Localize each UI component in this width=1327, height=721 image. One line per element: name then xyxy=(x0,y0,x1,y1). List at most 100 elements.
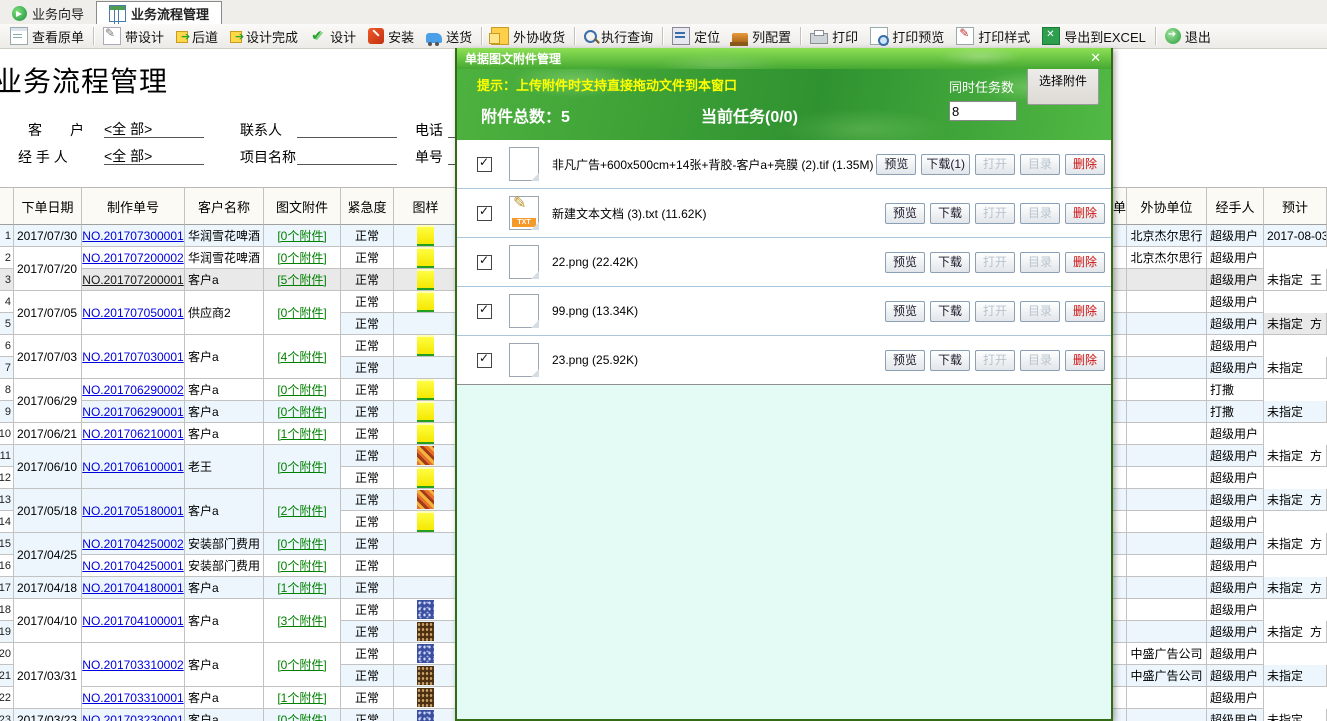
attachments-link[interactable]: [1个附件] xyxy=(277,689,326,706)
open-button[interactable]: 打开 xyxy=(975,301,1015,322)
customer-cell: 客户a xyxy=(185,489,264,533)
customer-cell: 客户a xyxy=(185,709,264,721)
row-number: 21 xyxy=(0,665,14,687)
attachments-link[interactable]: [1个附件] xyxy=(277,425,326,442)
toolbar-export-excel[interactable]: 导出到EXCEL xyxy=(1036,25,1152,48)
order-number-link[interactable]: NO.201704100001 xyxy=(82,614,183,628)
tab-business-wizard[interactable]: 业务向导 xyxy=(0,2,96,24)
order-number-link[interactable]: NO.201704250001 xyxy=(82,559,183,573)
attachments-link[interactable]: [0个附件] xyxy=(277,557,326,574)
attachments-link[interactable]: [0个附件] xyxy=(277,249,326,266)
extra-value: 方 xyxy=(1310,579,1322,596)
delete-button[interactable]: 删除 xyxy=(1065,301,1105,322)
attachments-cell: [2个附件] xyxy=(264,489,341,533)
yellow-thumbnail xyxy=(417,511,434,533)
order-number-link[interactable]: NO.201706100001 xyxy=(82,460,183,474)
download-button[interactable]: 下载 xyxy=(930,252,970,273)
preview-button[interactable]: 预览 xyxy=(885,350,925,371)
handler-cell: 超级用户 xyxy=(1207,511,1264,533)
attachments-link[interactable]: [4个附件] xyxy=(277,348,326,365)
order-number-link[interactable]: NO.201703310001 xyxy=(82,691,183,705)
download-button[interactable]: 下载(1) xyxy=(921,154,970,175)
download-button[interactable]: 下载 xyxy=(930,301,970,322)
toolbar-install[interactable]: 安装 xyxy=(362,25,420,48)
download-button[interactable]: 下载 xyxy=(930,203,970,224)
clipped-cell xyxy=(1113,423,1127,445)
attachment-actions: 预览下载打开目录删除 xyxy=(885,350,1105,371)
attachment-checkbox[interactable] xyxy=(477,157,492,172)
delete-button[interactable]: 删除 xyxy=(1065,203,1105,224)
clipped-cell xyxy=(1113,665,1127,687)
attachment-checkbox[interactable] xyxy=(477,353,492,368)
directory-button[interactable]: 目录 xyxy=(1020,350,1060,371)
row-number: 5 xyxy=(0,313,14,335)
preview-button[interactable]: 预览 xyxy=(876,154,916,175)
order-number-link[interactable]: NO.201705180001 xyxy=(82,504,183,518)
attachments-link[interactable]: [5个附件] xyxy=(277,271,326,288)
attachments-link[interactable]: [0个附件] xyxy=(277,381,326,398)
attachments-link[interactable]: [0个附件] xyxy=(277,403,326,420)
order-number-link[interactable]: NO.201703230001 xyxy=(82,713,183,721)
toolbar-post-process[interactable]: 后道 xyxy=(170,25,224,48)
attachments-link[interactable]: [0个附件] xyxy=(277,711,326,721)
toolbar-execute-query[interactable]: 执行查询 xyxy=(578,25,659,48)
order-number-link[interactable]: NO.201707300001 xyxy=(82,229,183,243)
attachments-link[interactable]: [0个附件] xyxy=(277,535,326,552)
attachments-link[interactable]: [0个附件] xyxy=(277,227,326,244)
toolbar-design[interactable]: 设计 xyxy=(304,25,362,48)
preview-button[interactable]: 预览 xyxy=(885,203,925,224)
order-number-link[interactable]: NO.201707050001 xyxy=(82,306,183,320)
directory-button[interactable]: 目录 xyxy=(1020,154,1060,175)
toolbar-locate[interactable]: 定位 xyxy=(666,25,726,48)
toolbar-column-config[interactable]: 列配置 xyxy=(726,25,797,48)
order-number-link[interactable]: NO.201704250002 xyxy=(82,537,183,551)
attachment-checkbox[interactable] xyxy=(477,304,492,319)
open-button[interactable]: 打开 xyxy=(975,350,1015,371)
blue-thumbnail xyxy=(417,600,434,619)
attachments-link[interactable]: [2个附件] xyxy=(277,502,326,519)
close-icon[interactable]: ✕ xyxy=(1090,50,1101,66)
preview-button[interactable]: 预览 xyxy=(885,301,925,322)
delete-button[interactable]: 删除 xyxy=(1065,350,1105,371)
directory-button[interactable]: 目录 xyxy=(1020,301,1060,322)
attachment-checkbox[interactable] xyxy=(477,255,492,270)
print-icon xyxy=(810,33,828,44)
preview-button[interactable]: 预览 xyxy=(885,252,925,273)
toolbar-print[interactable]: 打印 xyxy=(804,25,864,48)
attachments-link[interactable]: [0个附件] xyxy=(277,458,326,475)
toolbar-separator xyxy=(1155,27,1156,45)
tab-business-process[interactable]: 业务流程管理 xyxy=(96,1,222,24)
directory-button[interactable]: 目录 xyxy=(1020,203,1060,224)
order-number-link[interactable]: NO.201707200002 xyxy=(82,251,183,265)
order-number-link[interactable]: NO.201707030001 xyxy=(82,350,183,364)
order-number-link[interactable]: NO.201707200001 xyxy=(82,273,183,287)
attachment-checkbox[interactable] xyxy=(477,206,492,221)
open-button[interactable]: 打开 xyxy=(975,203,1015,224)
open-button[interactable]: 打开 xyxy=(975,154,1015,175)
attachments-link[interactable]: [0个附件] xyxy=(277,656,326,673)
attachments-link[interactable]: [0个附件] xyxy=(277,304,326,321)
order-number-link[interactable]: NO.201706290002 xyxy=(82,383,183,397)
toolbar-with-design[interactable]: 带设计 xyxy=(97,25,170,48)
delete-button[interactable]: 删除 xyxy=(1065,154,1105,175)
toolbar-view-original[interactable]: 查看原单 xyxy=(4,25,90,48)
order-number-link[interactable]: NO.201703310002 xyxy=(82,658,183,672)
toolbar-print-preview[interactable]: 打印预览 xyxy=(864,25,950,48)
order-number-link[interactable]: NO.201706290001 xyxy=(82,405,183,419)
order-number-link[interactable]: NO.201706210001 xyxy=(82,427,183,441)
attachments-link[interactable]: [1个附件] xyxy=(277,579,326,596)
concurrent-tasks-input[interactable] xyxy=(949,101,1017,121)
toolbar-delivery[interactable]: 送货 xyxy=(420,25,478,48)
delete-button[interactable]: 删除 xyxy=(1065,252,1105,273)
toolbar-exit[interactable]: 退出 xyxy=(1159,25,1217,48)
download-button[interactable]: 下载 xyxy=(930,350,970,371)
toolbar-print-style[interactable]: 打印样式 xyxy=(950,25,1036,48)
handler-cell: 打撒 xyxy=(1207,401,1264,423)
attachments-link[interactable]: [3个附件] xyxy=(277,612,326,629)
open-button[interactable]: 打开 xyxy=(975,252,1015,273)
order-number-link[interactable]: NO.201704180001 xyxy=(82,581,183,595)
directory-button[interactable]: 目录 xyxy=(1020,252,1060,273)
toolbar-outsource-receive[interactable]: 外协收货 xyxy=(485,25,571,48)
toolbar-design-done[interactable]: 设计完成 xyxy=(224,25,304,48)
select-attachment-button[interactable]: 选择附件 xyxy=(1027,69,1099,105)
